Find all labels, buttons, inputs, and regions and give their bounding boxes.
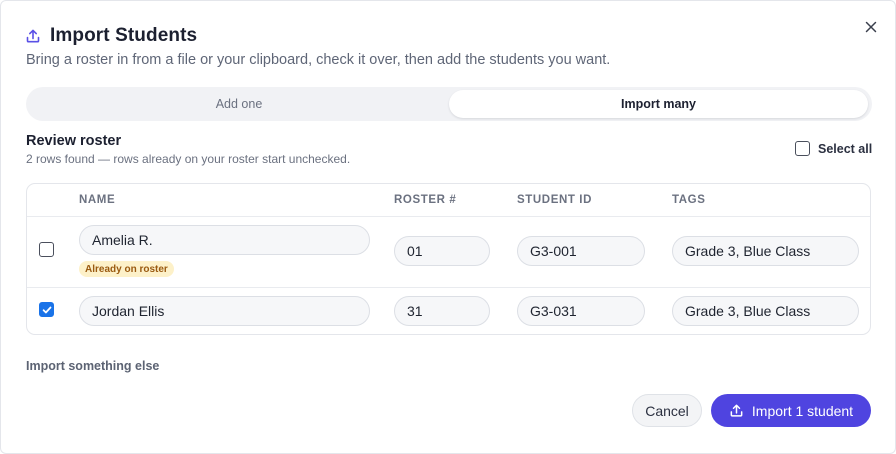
checkmark-icon bbox=[42, 306, 51, 313]
already-on-roster-badge: Already on roster bbox=[79, 261, 174, 277]
dialog-subtitle: Bring a roster in from a file or your cl… bbox=[26, 52, 611, 68]
row-checkbox[interactable] bbox=[39, 242, 54, 257]
student-id-input[interactable]: G3-001 bbox=[517, 236, 645, 266]
column-header-tags: TAGS bbox=[672, 194, 706, 206]
header-divider bbox=[27, 216, 870, 217]
import-students-dialog: Import Students Bring a roster in from a… bbox=[0, 0, 896, 454]
mode-tabs: Add one Import many bbox=[26, 87, 872, 121]
tab-add-one[interactable]: Add one bbox=[29, 90, 449, 118]
roster-table: NAME ROSTER # STUDENT ID TAGS Amelia R. … bbox=[26, 183, 871, 335]
review-description: 2 rows found — rows already on your rost… bbox=[26, 152, 351, 166]
import-button-label: Import 1 student bbox=[751, 402, 854, 419]
row-checkbox[interactable] bbox=[39, 302, 54, 317]
dialog-title: Import Students bbox=[50, 25, 198, 46]
dialog-header: Import Students bbox=[25, 25, 197, 47]
column-header-roster: ROSTER # bbox=[394, 194, 457, 206]
roster-number-input[interactable]: 01 bbox=[394, 236, 490, 266]
tab-import-many[interactable]: Import many bbox=[449, 90, 868, 118]
column-header-name: NAME bbox=[79, 194, 116, 206]
select-all-box[interactable] bbox=[795, 141, 810, 156]
close-button[interactable] bbox=[861, 17, 881, 37]
upload-icon bbox=[26, 29, 40, 43]
upload-icon bbox=[730, 404, 743, 417]
roster-number-input[interactable]: 31 bbox=[394, 296, 490, 326]
column-header-student-id: STUDENT ID bbox=[517, 194, 592, 206]
name-input[interactable]: Amelia R. bbox=[79, 225, 370, 255]
select-all-checkbox[interactable]: Select all bbox=[795, 141, 872, 156]
name-input[interactable]: Jordan Ellis bbox=[79, 296, 370, 326]
select-all-label: Select all bbox=[818, 141, 873, 156]
import-something-else-link[interactable]: Import something else bbox=[26, 359, 159, 373]
cancel-button[interactable]: Cancel bbox=[632, 394, 702, 427]
row-divider bbox=[27, 287, 870, 288]
student-id-input[interactable]: G3-031 bbox=[517, 296, 645, 326]
import-students-button[interactable]: Import 1 student bbox=[711, 394, 871, 427]
tags-input[interactable]: Grade 3, Blue Class bbox=[672, 296, 859, 326]
close-icon bbox=[865, 21, 877, 33]
review-title: Review roster bbox=[26, 133, 122, 149]
tags-input[interactable]: Grade 3, Blue Class bbox=[672, 236, 859, 266]
